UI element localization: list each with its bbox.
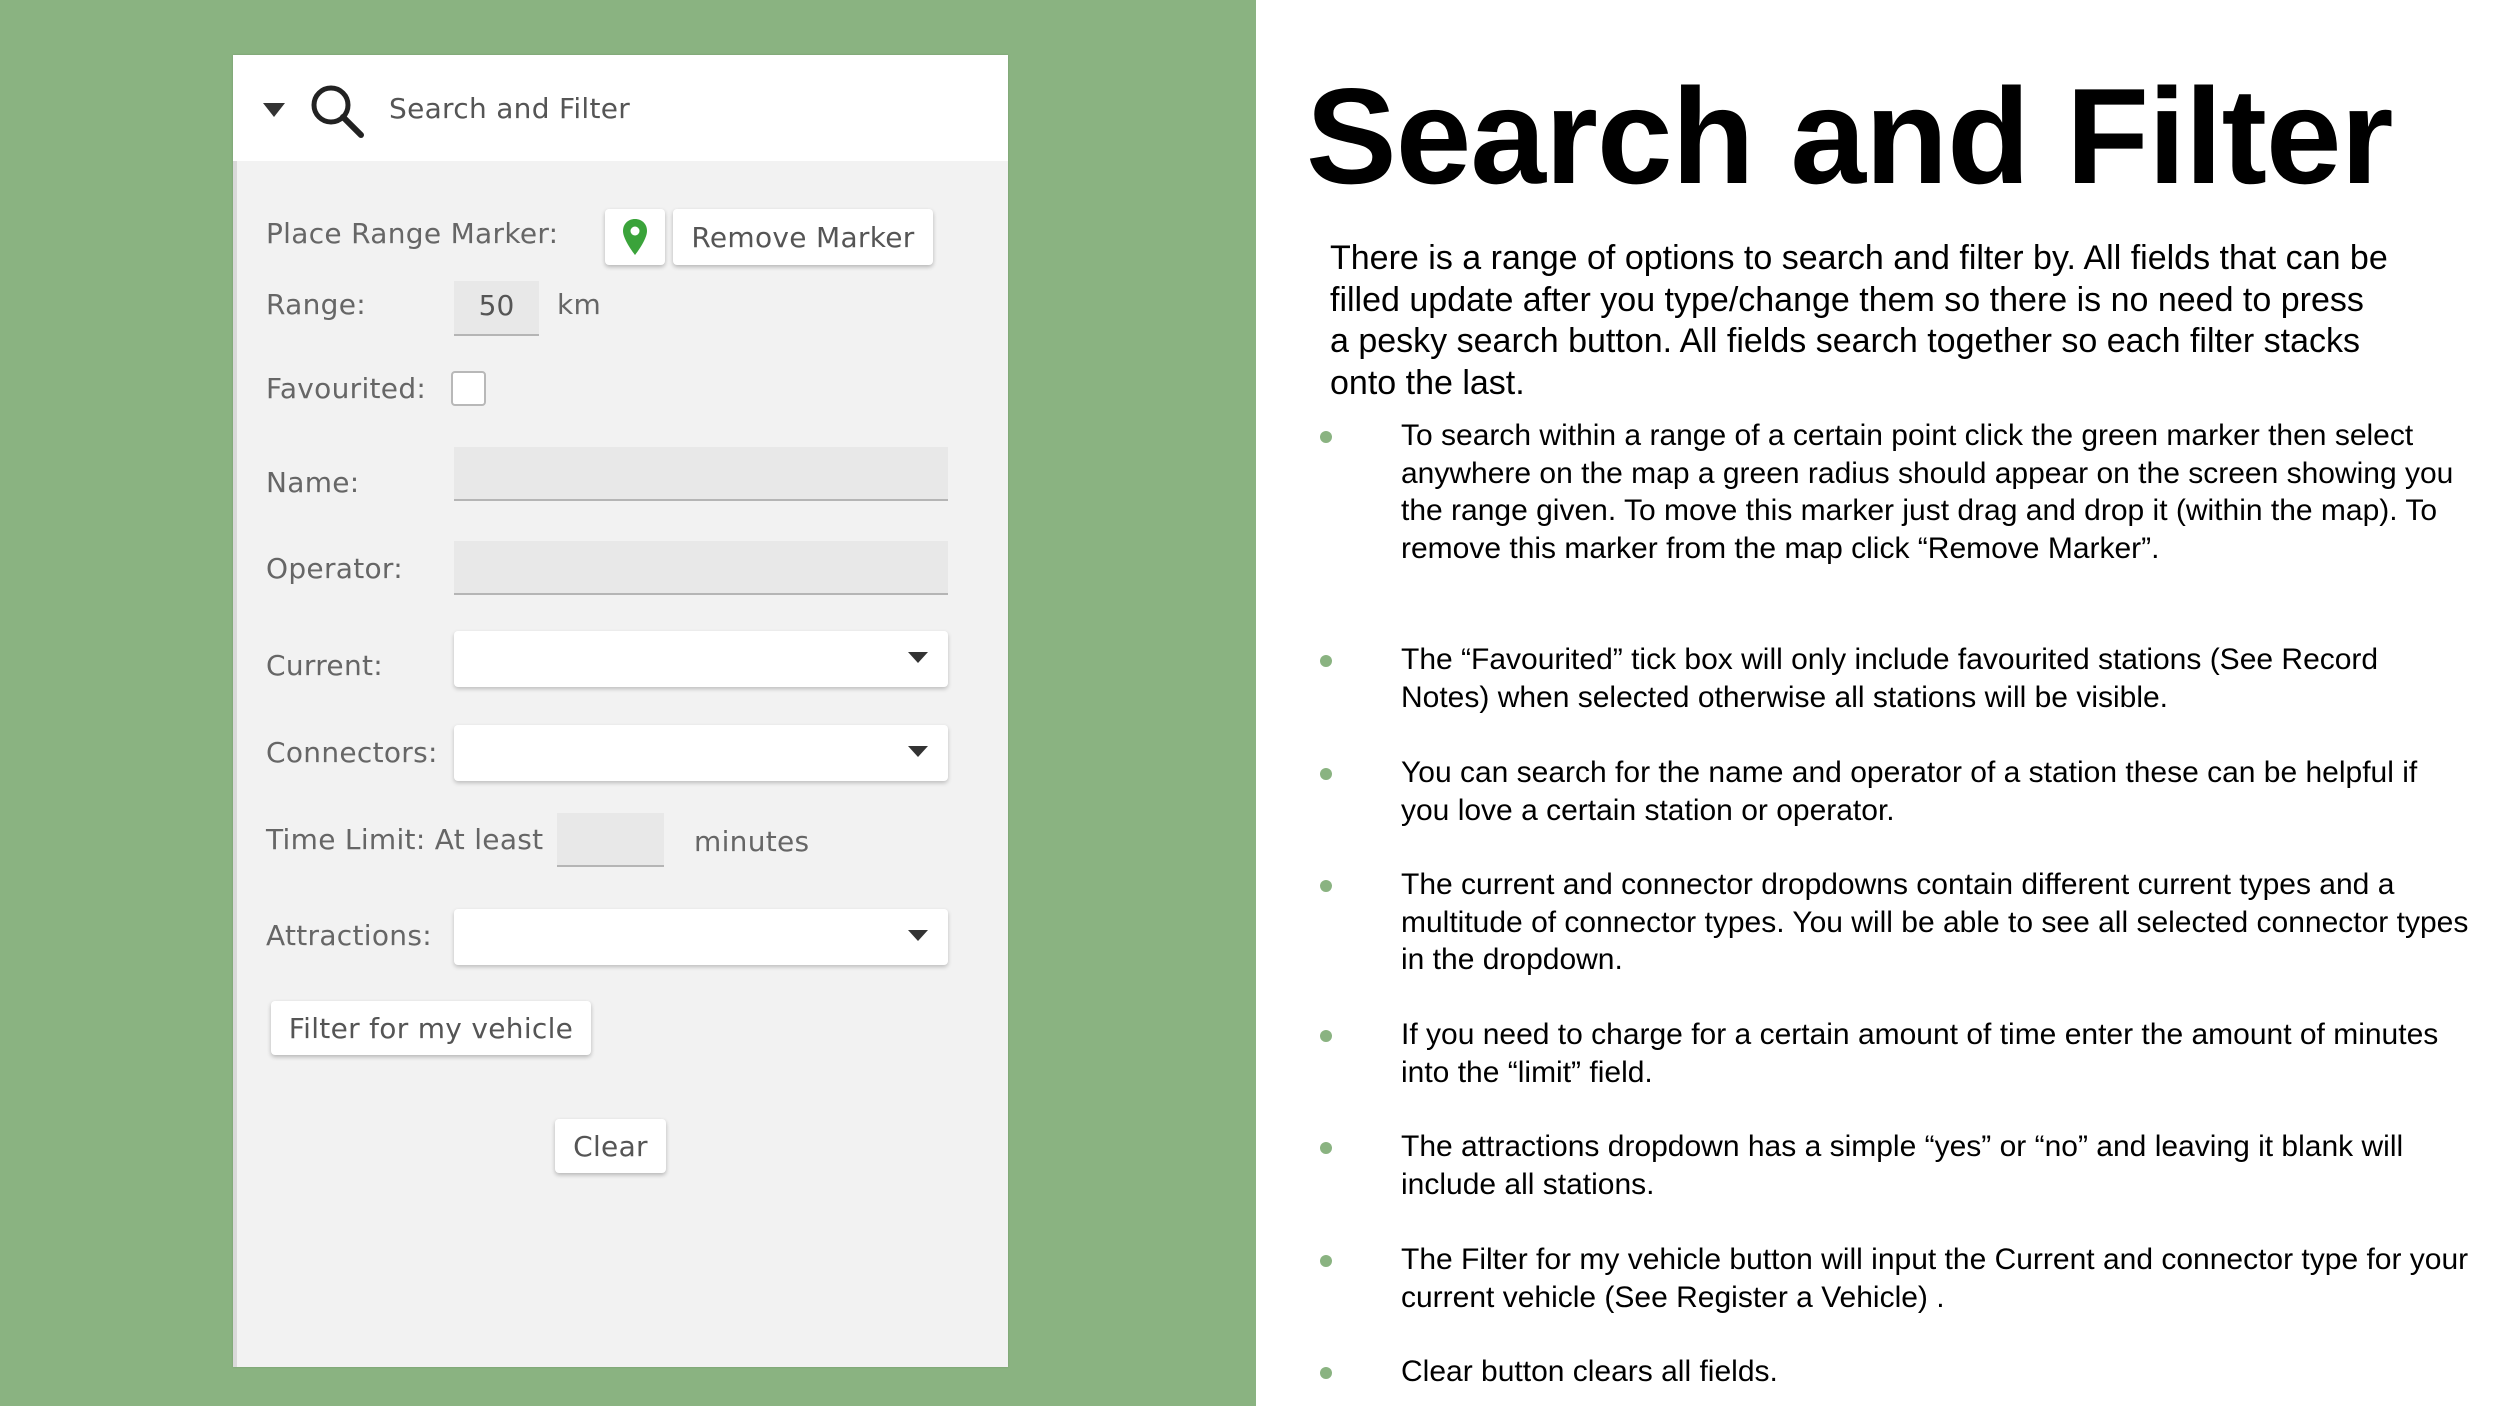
bullet-dot [1320, 655, 1332, 667]
time-limit-input[interactable] [557, 813, 664, 867]
search-filter-panel: Search and Filter Place Range Marker: Re… [233, 55, 1008, 1367]
remove-marker-button[interactable]: Remove Marker [673, 209, 933, 265]
range-label: Range: [266, 288, 366, 321]
attractions-dropdown[interactable] [454, 909, 948, 965]
place-range-marker-label: Place Range Marker: [266, 217, 559, 250]
filter-vehicle-button[interactable]: Filter for my vehicle [271, 1001, 591, 1055]
map-pin-icon [623, 219, 647, 255]
triangle-down-icon[interactable] [263, 103, 285, 117]
bullet-dot [1320, 1367, 1332, 1379]
favourited-checkbox[interactable] [451, 371, 486, 406]
name-input[interactable] [454, 447, 948, 501]
magnifier-icon [311, 85, 364, 138]
bullet-dot [1320, 1255, 1332, 1267]
panel-header[interactable]: Search and Filter [233, 55, 1008, 161]
range-unit: km [557, 288, 602, 321]
bullet-text: The “Favourited” tick box will only incl… [1401, 643, 2379, 714]
bullet-text: The current and connector dropdowns cont… [1401, 868, 2469, 976]
chevron-down-icon [908, 930, 928, 941]
time-limit-unit: minutes [694, 825, 810, 858]
bullet-text: The Filter for my vehicle button will in… [1401, 1243, 2469, 1314]
favourited-label: Favourited: [266, 372, 427, 405]
bullet-dot [1320, 1030, 1332, 1042]
clear-button[interactable]: Clear [555, 1119, 666, 1173]
chevron-down-icon [908, 746, 928, 757]
bullet-text: You can search for the name and operator… [1401, 756, 2418, 827]
time-limit-label: Time Limit: At least [266, 823, 544, 856]
range-input[interactable]: 50 [454, 281, 539, 336]
bullet-text: To search within a range of a certain po… [1401, 419, 2454, 565]
connectors-dropdown[interactable] [454, 725, 948, 781]
bullet-text: If you need to charge for a certain amou… [1401, 1018, 2439, 1089]
panel-title: Search and Filter [389, 92, 631, 125]
chevron-down-icon [908, 652, 928, 663]
place-marker-button[interactable] [605, 209, 665, 265]
operator-input[interactable] [454, 541, 948, 595]
range-value: 50 [478, 289, 515, 322]
slide-title: Search and Filter [1306, 60, 2393, 212]
bullet-dot [1320, 1142, 1332, 1154]
panel-edge [233, 161, 237, 1367]
bullet-text: Clear button clears all fields. [1401, 1355, 1778, 1388]
intro-paragraph: There is a range of options to search an… [1330, 239, 2388, 402]
current-dropdown[interactable] [454, 631, 948, 687]
bullet-text: The attractions dropdown has a simple “y… [1401, 1130, 2404, 1201]
bullet-dot [1320, 431, 1332, 443]
attractions-label: Attractions: [266, 919, 432, 952]
connectors-label: Connectors: [266, 736, 438, 769]
name-label: Name: [266, 466, 360, 499]
operator-label: Operator: [266, 552, 403, 585]
bullet-dot [1320, 768, 1332, 780]
current-label: Current: [266, 649, 383, 682]
bullet-dot [1320, 880, 1332, 892]
